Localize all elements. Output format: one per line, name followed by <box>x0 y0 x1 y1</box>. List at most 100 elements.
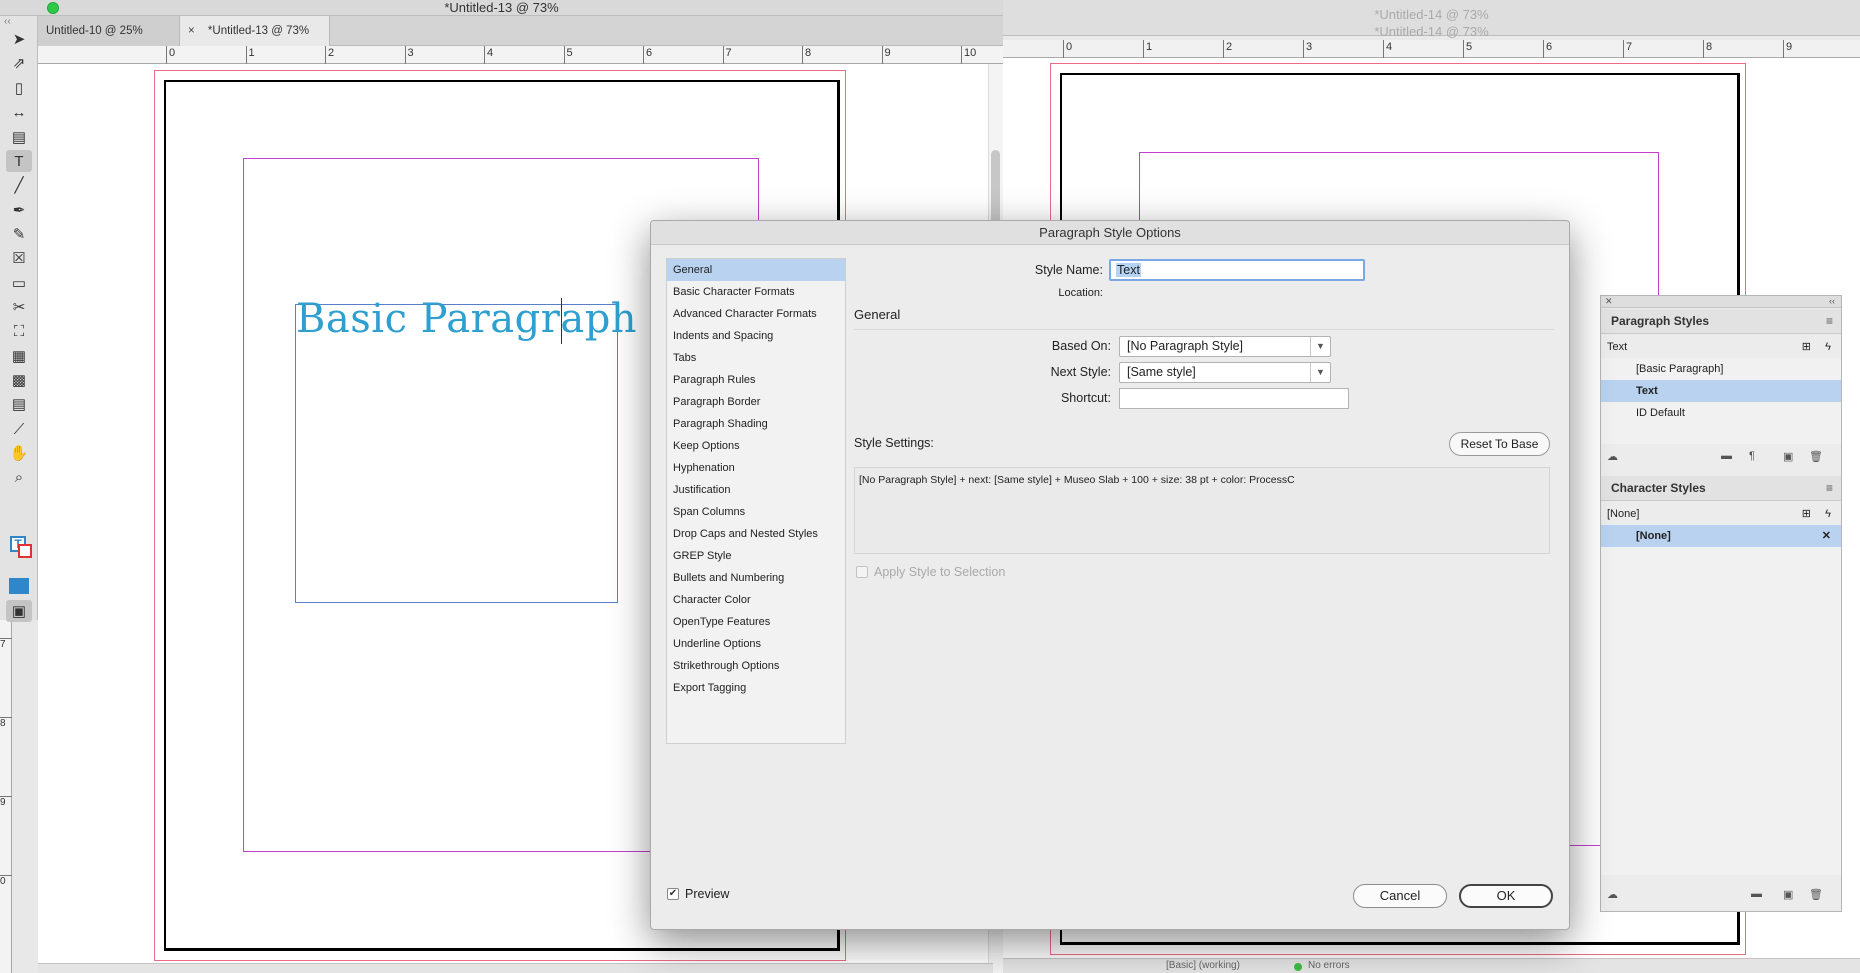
category-item[interactable]: Paragraph Rules <box>667 369 845 391</box>
horizontal-ruler[interactable]: 0 1 2 3 4 5 6 7 8 9 10 <box>38 46 1003 64</box>
hand-tool-icon[interactable]: ✋ <box>6 442 32 464</box>
close-tab-icon[interactable]: × <box>188 25 195 37</box>
delete-style-icon[interactable]: 🗑 <box>1809 450 1823 463</box>
paragraph-style-item[interactable]: ID Default <box>1601 402 1841 424</box>
eyedropper-tool-icon[interactable]: ⟋ <box>6 418 32 440</box>
scissors-tool-icon[interactable]: ✂ <box>6 296 32 318</box>
character-styles-header[interactable]: Character Styles ≡ <box>1601 476 1841 501</box>
reset-to-base-button[interactable]: Reset To Base <box>1449 432 1550 456</box>
vertical-ruler[interactable]: 7 8 9 0 <box>0 620 12 973</box>
direct-selection-tool-icon[interactable]: ⇗ <box>6 52 32 74</box>
ruler-tick-label: 4 <box>1386 41 1393 53</box>
selection-tool-icon[interactable]: ➤ <box>6 28 32 50</box>
new-group-icon[interactable]: ▬ <box>1721 450 1732 462</box>
category-item[interactable]: Advanced Character Formats <box>667 303 845 325</box>
category-item[interactable]: Justification <box>667 479 845 501</box>
horizontal-ruler[interactable]: 0 1 2 3 4 5 6 7 8 9 <box>1003 40 1860 58</box>
pen-tool-icon[interactable]: ✒ <box>6 199 32 221</box>
panel-top-strip: ✕ ‹‹ <box>1601 296 1841 308</box>
text-frame[interactable] <box>295 304 618 603</box>
new-style-icon[interactable]: ▣ <box>1783 888 1793 901</box>
tab-untitled-13[interactable]: × *Untitled-13 @ 73% <box>180 16 330 46</box>
character-style-item[interactable]: [None] ✕ <box>1601 525 1841 547</box>
category-item[interactable]: OpenType Features <box>667 611 845 633</box>
note-tool-icon[interactable]: ▤ <box>6 393 32 415</box>
document-tab-bar: Untitled-10 @ 25% × *Untitled-13 @ 73% <box>38 16 1003 46</box>
preview-checkbox[interactable]: ✔ <box>667 888 679 900</box>
paragraph-style-item[interactable]: Text <box>1601 380 1841 402</box>
clear-overrides-icon[interactable]: ¶ <box>1749 450 1755 462</box>
tab-title[interactable]: *Untitled-14 @ 73% <box>1003 24 1860 39</box>
new-style-from-selection-icon[interactable]: ⊞ <box>1802 336 1811 358</box>
close-panel-icon[interactable]: ✕ <box>1605 296 1613 307</box>
shortcut-input[interactable] <box>1119 388 1349 409</box>
category-item[interactable]: Character Color <box>667 589 845 611</box>
gradient-swatch-tool-icon[interactable]: ▦ <box>6 345 32 367</box>
based-on-select[interactable]: [No Paragraph Style] ▼ <box>1119 336 1331 357</box>
next-style-select[interactable]: [Same style] ▼ <box>1119 362 1331 383</box>
category-item[interactable]: Underline Options <box>667 633 845 655</box>
category-item[interactable]: Export Tagging <box>667 677 845 699</box>
delete-style-icon[interactable]: 🗑 <box>1809 888 1823 901</box>
style-name-input[interactable]: Text <box>1109 259 1365 281</box>
quick-apply-icon[interactable]: ϟ <box>1825 503 1831 525</box>
category-item[interactable]: Bullets and Numbering <box>667 567 845 589</box>
category-item[interactable]: Span Columns <box>667 501 845 523</box>
preflight-profile[interactable]: [Basic] (working) <box>1166 960 1240 971</box>
tab-untitled-10[interactable]: Untitled-10 @ 25% <box>38 16 180 46</box>
panel-menu-icon[interactable]: ≡ <box>1826 476 1833 501</box>
preflight-errors[interactable]: No errors <box>1308 960 1350 971</box>
new-style-from-selection-icon[interactable]: ⊞ <box>1802 503 1811 525</box>
category-item[interactable]: Paragraph Border <box>667 391 845 413</box>
content-collector-icon[interactable]: ▤ <box>6 126 32 148</box>
normal-view-icon[interactable] <box>9 578 29 594</box>
ok-button[interactable]: OK <box>1459 884 1553 908</box>
free-transform-tool-icon[interactable]: ⛶ <box>6 320 32 342</box>
rectangle-tool-icon[interactable]: ▭ <box>6 272 32 294</box>
type-tool-icon[interactable]: T <box>6 150 32 172</box>
new-group-icon[interactable]: ▬ <box>1751 888 1762 900</box>
ruler-tick-label: 2 <box>328 47 335 59</box>
gradient-feather-tool-icon[interactable]: ▩ <box>6 369 32 391</box>
page-tool-icon[interactable]: ▯ <box>6 77 32 99</box>
screen-mode-icon[interactable]: ▣ <box>6 600 32 622</box>
category-item[interactable]: Basic Character Formats <box>667 281 845 303</box>
category-item[interactable]: Drop Caps and Nested Styles <box>667 523 845 545</box>
paragraph-style-item[interactable]: [Basic Paragraph] <box>1601 358 1841 380</box>
frame-text[interactable]: Basic Paragraph <box>296 296 637 342</box>
dialog-title: Paragraph Style Options <box>651 221 1569 245</box>
paragraph-styles-header[interactable]: Paragraph Styles ≡ <box>1601 309 1841 334</box>
section-title: General <box>854 307 901 322</box>
cc-libraries-icon[interactable]: ☁ <box>1607 888 1618 901</box>
ruler-tick-label: 8 <box>1706 41 1713 53</box>
cancel-button[interactable]: Cancel <box>1353 884 1447 908</box>
apply-style-checkbox[interactable] <box>856 566 868 578</box>
category-item[interactable]: Tabs <box>667 347 845 369</box>
ruler-tick-label: 9 <box>1786 41 1793 53</box>
zoom-window-button[interactable] <box>47 2 59 14</box>
fill-stroke-swatch[interactable]: T <box>10 536 32 558</box>
category-item[interactable]: General <box>667 259 845 281</box>
gap-tool-icon[interactable]: ↔ <box>6 101 32 123</box>
collapse-panel-icon[interactable]: ‹‹ <box>1829 296 1835 306</box>
line-tool-icon[interactable]: ╱ <box>6 174 32 196</box>
pencil-tool-icon[interactable]: ✎ <box>6 223 32 245</box>
panel-grip-icon[interactable]: ‹‹ <box>4 16 11 27</box>
ruler-tick: 8 <box>0 717 12 729</box>
category-item[interactable]: Paragraph Shading <box>667 413 845 435</box>
category-item[interactable]: Strikethrough Options <box>667 655 845 677</box>
panel-menu-icon[interactable]: ≡ <box>1826 309 1833 334</box>
current-style-label: Text <box>1607 341 1628 353</box>
cc-libraries-icon[interactable]: ☁ <box>1607 450 1618 463</box>
paragraph-style-options-dialog: Paragraph Style Options General Basic Cha… <box>650 220 1570 930</box>
quick-apply-icon[interactable]: ϟ <box>1825 336 1831 358</box>
category-item[interactable]: Hyphenation <box>667 457 845 479</box>
new-style-icon[interactable]: ▣ <box>1783 450 1793 463</box>
ruler-tick: 0 <box>1063 40 1072 58</box>
category-item[interactable]: Keep Options <box>667 435 845 457</box>
category-item[interactable]: GREP Style <box>667 545 845 567</box>
rectangle-frame-tool-icon[interactable]: ☒ <box>6 247 32 269</box>
character-styles-footer: ☁ ▬ ▣ 🗑 <box>1601 886 1841 906</box>
category-item[interactable]: Indents and Spacing <box>667 325 845 347</box>
zoom-tool-icon[interactable]: ⌕ <box>6 466 32 488</box>
